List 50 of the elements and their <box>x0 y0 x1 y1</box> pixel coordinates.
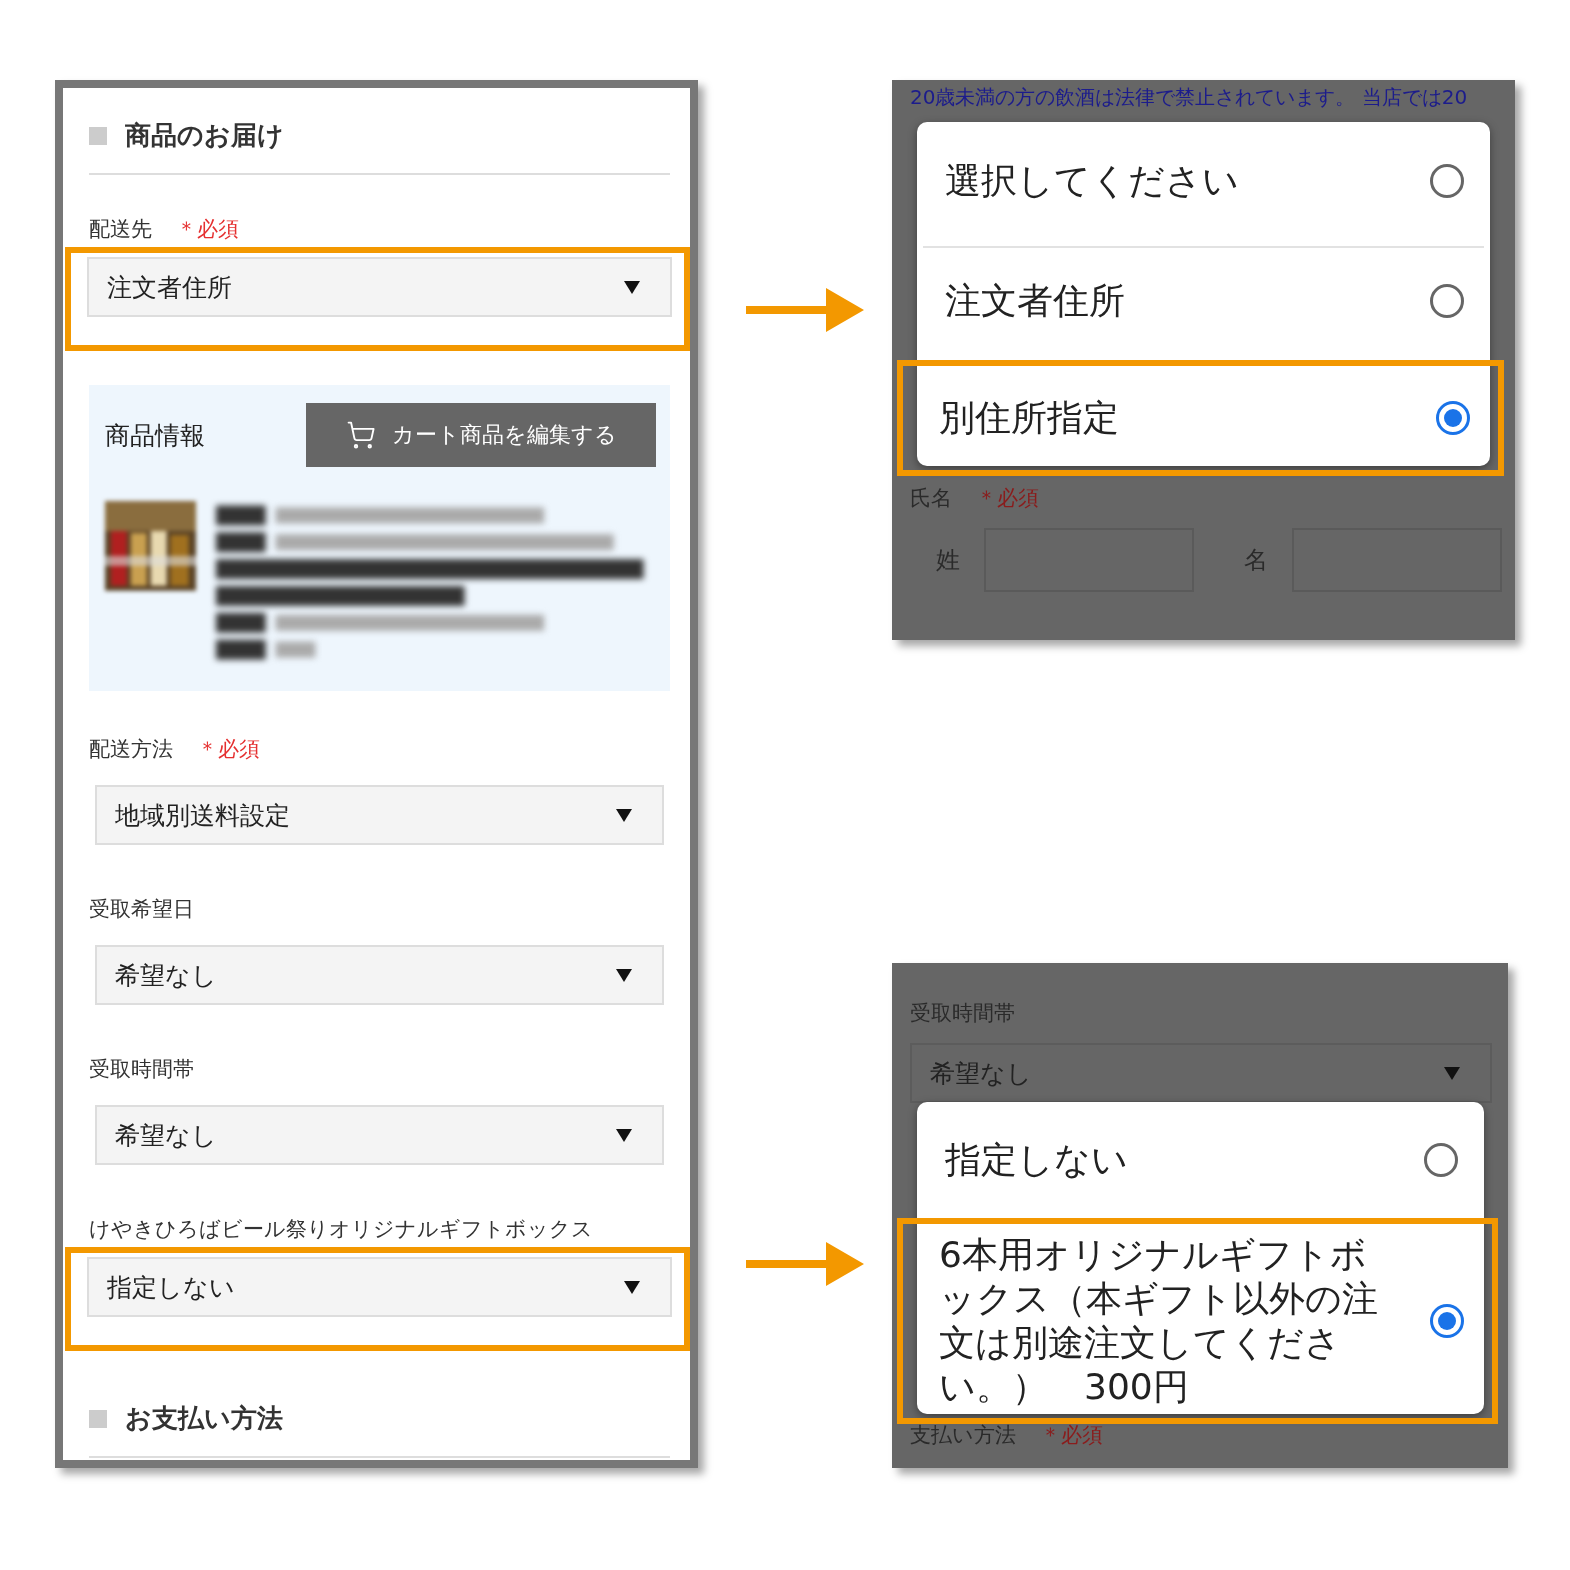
option-label: 選択してください <box>945 159 1239 203</box>
radio-button[interactable] <box>1436 401 1470 435</box>
dropdown-option[interactable]: 注文者住所 <box>923 246 1484 354</box>
field-label: 支払い方法 <box>910 1422 1016 1449</box>
section-title: お支払い方法 <box>125 1402 283 1435</box>
option-label: 別住所指定 <box>939 396 1119 440</box>
caret-icon <box>624 280 640 294</box>
caret-icon <box>616 968 632 982</box>
square-icon <box>89 1409 107 1428</box>
radio-button[interactable] <box>1430 164 1464 198</box>
option-label: 6本用オリジナルギフトボックス（本ギフト以外の注文は別途注文してください。） 300円 <box>939 1233 1379 1409</box>
radio-button[interactable] <box>1430 1304 1464 1338</box>
caret-icon <box>1444 1066 1460 1080</box>
radio-button[interactable] <box>1430 284 1464 318</box>
product-info-title: 商品情報 <box>105 419 205 452</box>
cart-icon <box>345 420 376 450</box>
field-label: 受取時間帯 <box>89 1056 194 1083</box>
field-label: 配送先 <box>89 216 152 243</box>
required-mark: ＊必須 <box>197 736 260 763</box>
edit-cart-button[interactable]: カート商品を編集する <box>306 403 656 467</box>
dropdown-option[interactable]: 選択してください <box>923 128 1484 234</box>
field-label: 受取時間帯 <box>910 1000 1015 1027</box>
option-label: 指定しない <box>945 1138 1128 1182</box>
field-label: 名 <box>1244 545 1268 576</box>
select-field[interactable]: 希望なし <box>95 945 664 1005</box>
radio-button[interactable] <box>1424 1143 1458 1177</box>
select-field[interactable]: 地域別送料設定 <box>95 785 664 845</box>
dropdown-option[interactable]: 指定しない <box>923 1108 1478 1212</box>
dropdown-option[interactable]: 6本用オリジナルギフトボックス（本ギフト以外の注文は別途注文してください。） 300円 <box>917 1228 1484 1414</box>
dropdown-option[interactable]: 別住所指定 <box>917 370 1490 466</box>
arrow-icon <box>746 288 864 332</box>
caret-icon <box>616 808 632 822</box>
field-label: 姓 <box>936 545 960 576</box>
caret-icon <box>624 1280 640 1294</box>
caret-icon <box>616 1128 632 1142</box>
select-field[interactable]: 指定しない <box>87 1257 672 1317</box>
square-icon <box>89 126 107 145</box>
field-label: 配送方法 <box>89 736 173 763</box>
field-label: 受取希望日 <box>89 896 194 923</box>
arrow-icon <box>746 1242 864 1286</box>
required-mark: ＊必須 <box>1040 1422 1103 1449</box>
required-mark: ＊必須 <box>176 216 239 243</box>
select-field[interactable]: 希望なし <box>95 1105 664 1165</box>
select-field[interactable]: 注文者住所 <box>87 257 672 317</box>
option-label: 注文者住所 <box>945 279 1125 323</box>
field-label: けやきひろばビール祭りオリジナルギフトボックス <box>89 1216 593 1243</box>
section-title: 商品のお届け <box>125 119 284 152</box>
required-mark: ＊必須 <box>976 485 1039 512</box>
field-label: 氏名 <box>910 485 952 512</box>
age-notice: 20歳未満の方の飲酒は法律で禁止されています。 当店では20 <box>910 86 1469 108</box>
